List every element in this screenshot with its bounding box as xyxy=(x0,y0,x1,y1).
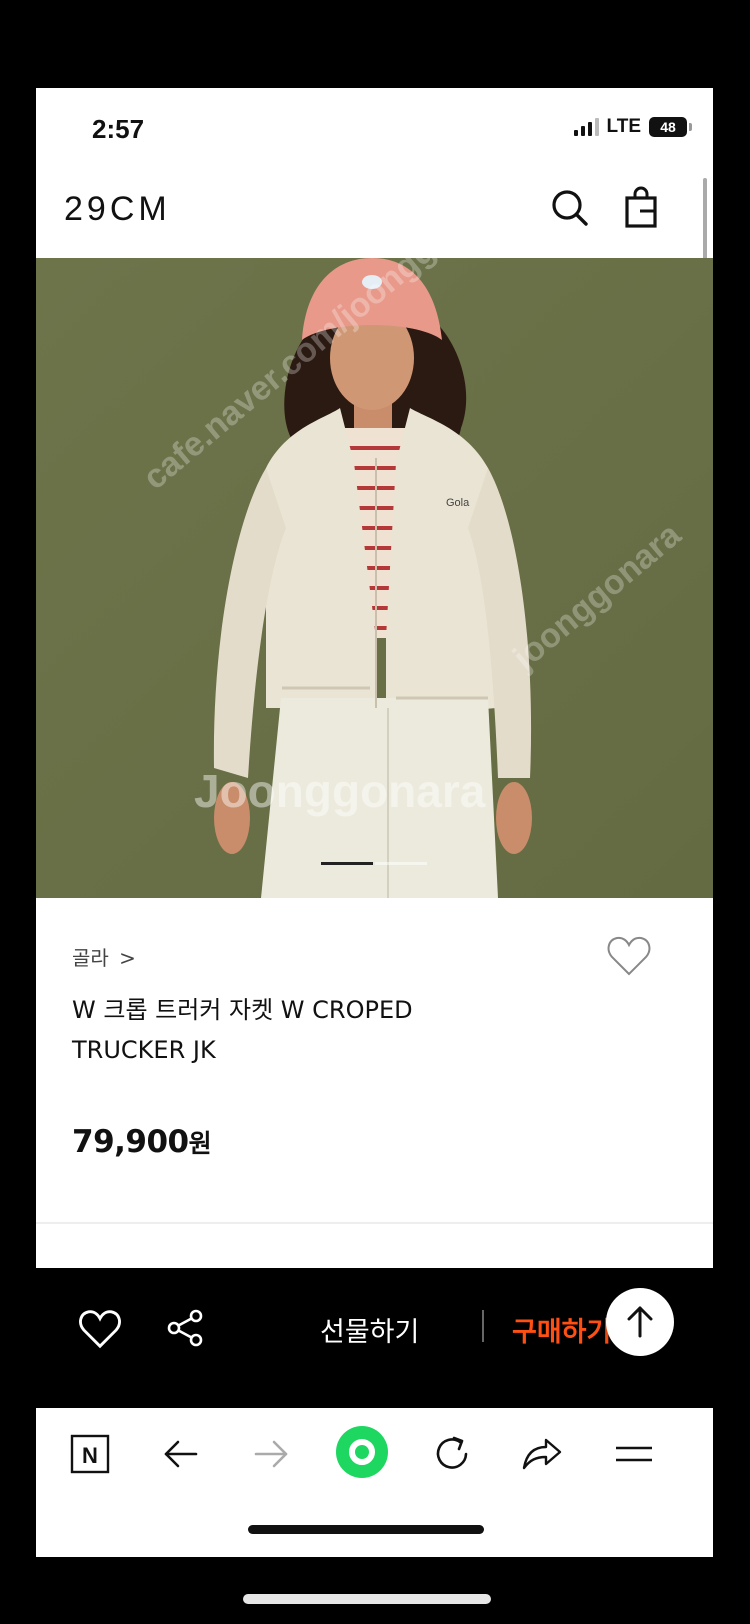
price-value: 79,900 xyxy=(72,1124,189,1160)
signal-icon xyxy=(573,118,599,136)
app-header: 29CM xyxy=(36,170,713,258)
share-icon[interactable] xyxy=(166,1308,206,1348)
status-bar: 2:57 LTE 48 xyxy=(36,88,713,170)
home-indicator xyxy=(248,1525,484,1534)
product-price: 79,900원 xyxy=(72,1124,212,1160)
gift-button[interactable]: 선물하기 xyxy=(320,1310,419,1349)
buy-button[interactable]: 구매하기 xyxy=(512,1310,611,1349)
purchase-action-bar: 선물하기 구매하기 xyxy=(36,1268,713,1408)
menu-icon[interactable] xyxy=(612,1432,656,1476)
svg-text:N: N xyxy=(82,1443,98,1468)
like-heart-icon[interactable] xyxy=(606,934,652,978)
search-icon[interactable] xyxy=(546,184,594,232)
price-currency: 원 xyxy=(188,1129,212,1158)
scroll-top-button[interactable] xyxy=(606,1288,674,1356)
action-separator xyxy=(482,1310,484,1342)
status-time: 2:57 xyxy=(92,114,145,144)
section-divider xyxy=(36,1222,713,1224)
green-dot-home-icon[interactable] xyxy=(334,1424,390,1480)
product-image[interactable]: Gola cafe.naver.com/joonggonara Joonggon… xyxy=(36,258,713,898)
chevron-right-icon: > xyxy=(119,946,136,970)
brand-link[interactable]: 골라 > xyxy=(72,942,136,971)
pager-dot[interactable] xyxy=(375,862,427,865)
image-pager xyxy=(321,862,427,865)
jacket-logo: Gola xyxy=(446,497,470,509)
battery-icon: 48 xyxy=(649,117,692,137)
back-arrow-icon[interactable] xyxy=(158,1432,202,1476)
pager-dot-active[interactable] xyxy=(321,862,373,865)
app-logo[interactable]: 29CM xyxy=(64,190,171,229)
shopping-bag-icon[interactable] xyxy=(618,184,666,232)
network-type: LTE xyxy=(606,116,641,137)
heart-icon[interactable] xyxy=(78,1308,122,1350)
product-title: W 크롭 트러커 자켓 W CROPED TRUCKER JK xyxy=(72,996,413,1064)
share-arrow-icon[interactable] xyxy=(520,1432,564,1476)
phone-screen: 2:57 LTE 48 29CM Gola Joonggonara joongg… xyxy=(36,88,713,1557)
forward-arrow-icon[interactable] xyxy=(250,1432,294,1476)
browser-toolbar: N xyxy=(36,1408,713,1557)
outer-home-indicator xyxy=(243,1594,491,1604)
brand-name: 골라 xyxy=(72,946,109,970)
naver-n-icon[interactable]: N xyxy=(68,1432,112,1476)
arrow-up-icon xyxy=(627,1306,653,1338)
status-right: LTE 48 xyxy=(573,116,692,138)
reload-icon[interactable] xyxy=(430,1432,474,1476)
product-info: 골라 > W 크롭 트러커 자켓 W CROPED TRUCKER JK 79,… xyxy=(36,898,713,1228)
watermark-text: Joonggonara xyxy=(194,765,486,817)
